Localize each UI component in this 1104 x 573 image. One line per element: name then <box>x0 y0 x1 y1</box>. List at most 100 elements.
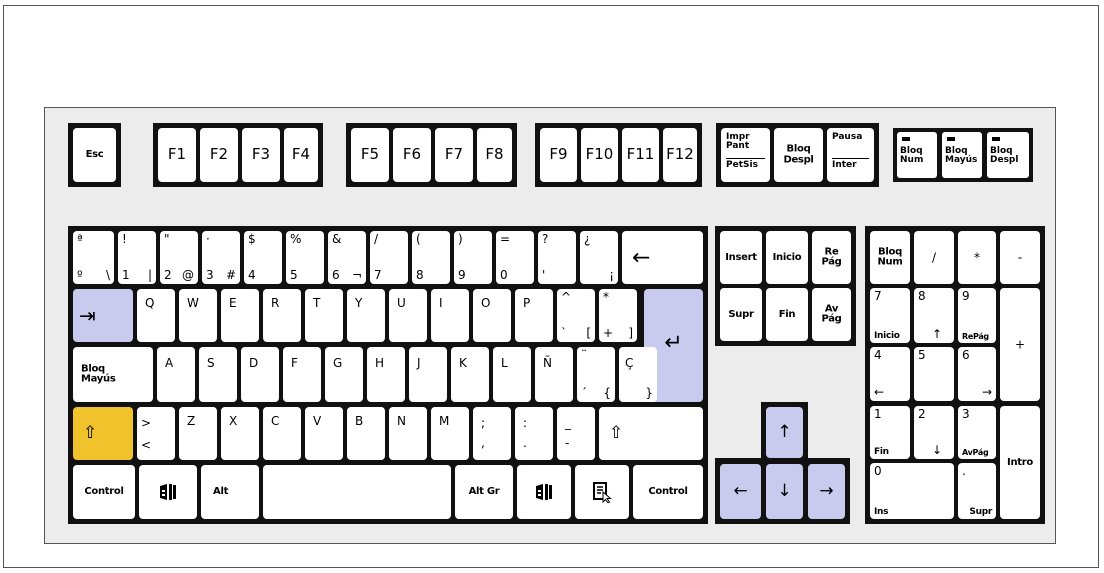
key-pausa[interactable]: Pausa Inter <box>827 128 874 182</box>
key-y[interactable]: Y <box>347 289 385 342</box>
key-shift-left[interactable]: ⇧ <box>73 407 133 460</box>
key-numpad-minus[interactable]: - <box>1000 231 1040 284</box>
key-t[interactable]: T <box>305 289 343 342</box>
key-apostrophe[interactable]: ? ' <box>538 231 576 284</box>
key-f4[interactable]: F4 <box>284 128 318 182</box>
key-numpad-6[interactable]: 6 → <box>958 347 996 401</box>
key-arrow-right[interactable]: → <box>808 464 845 519</box>
key-g[interactable]: G <box>325 347 363 402</box>
key-numpad-5[interactable]: 5 <box>914 347 954 401</box>
key-cedilla[interactable]: Ç } <box>619 347 657 402</box>
key-altgr[interactable]: Alt Gr <box>455 465 513 519</box>
key-o[interactable]: O <box>473 289 511 342</box>
key-b[interactable]: B <box>347 407 385 460</box>
key-numpad-divide[interactable]: / <box>914 231 954 284</box>
key-f11[interactable]: F11 <box>622 128 659 182</box>
key-d[interactable]: D <box>241 347 279 402</box>
key-enye[interactable]: Ñ <box>535 347 573 402</box>
key-f7[interactable]: F7 <box>435 128 473 182</box>
key-j[interactable]: J <box>409 347 447 402</box>
key-ordinal[interactable]: ª º \ <box>73 231 114 284</box>
key-w[interactable]: W <box>179 289 217 342</box>
key-tab[interactable]: ⇥ <box>73 289 133 342</box>
key-period[interactable]: : . <box>515 407 553 460</box>
key-acute[interactable]: ¨ ´ { <box>577 347 615 402</box>
key-av-pag[interactable]: Av Pág <box>812 288 851 341</box>
key-fin[interactable]: Fin <box>766 288 808 341</box>
key-s[interactable]: S <box>199 347 237 402</box>
key-impr-pant[interactable]: Impr Pant PetSis <box>721 128 770 182</box>
key-0[interactable]: = 0 <box>496 231 534 284</box>
key-re-pag[interactable]: Re Pág <box>812 231 851 284</box>
key-l[interactable]: L <box>493 347 531 402</box>
key-arrow-up[interactable]: ↑ <box>766 407 803 458</box>
key-bloq-num[interactable]: Bloq Num <box>870 231 910 284</box>
key-z[interactable]: Z <box>179 407 217 460</box>
key-comma[interactable]: ; , <box>473 407 511 460</box>
key-q[interactable]: Q <box>137 289 175 342</box>
key-6[interactable]: & 6 ¬ <box>328 231 366 284</box>
key-c[interactable]: C <box>263 407 301 460</box>
key-grave[interactable]: ^ ` [ <box>557 289 595 342</box>
key-backspace[interactable]: ← <box>622 231 703 284</box>
key-inicio[interactable]: Inicio <box>766 231 808 284</box>
key-numpad-9[interactable]: 9 RePág <box>958 288 996 343</box>
key-arrow-down[interactable]: ↓ <box>766 464 803 519</box>
key-7[interactable]: / 7 <box>370 231 408 284</box>
key-numpad-multiply[interactable]: * <box>958 231 996 284</box>
key-k[interactable]: K <box>451 347 489 402</box>
key-numpad-7[interactable]: 7 Inicio <box>870 288 910 343</box>
key-4[interactable]: $ 4 <box>244 231 282 284</box>
key-numpad-2[interactable]: 2 ↓ <box>914 406 954 459</box>
key-numpad-8[interactable]: 8 ↑ <box>914 288 954 343</box>
key-control-left[interactable]: Control <box>73 465 135 519</box>
key-shift-right[interactable]: ⇧ <box>599 407 703 460</box>
key-p[interactable]: P <box>515 289 553 342</box>
key-insert[interactable]: Insert <box>720 231 762 284</box>
key-v[interactable]: V <box>305 407 343 460</box>
key-h[interactable]: H <box>367 347 405 402</box>
key-numpad-4[interactable]: 4 ← <box>870 347 910 401</box>
key-8[interactable]: ( 8 <box>412 231 450 284</box>
key-esc[interactable]: Esc <box>73 128 116 182</box>
key-f10[interactable]: F10 <box>581 128 618 182</box>
key-f2[interactable]: F2 <box>200 128 238 182</box>
key-f8[interactable]: F8 <box>477 128 512 182</box>
key-1[interactable]: ! 1 | <box>118 231 156 284</box>
key-bloq-despl[interactable]: Bloq Despl <box>774 128 823 182</box>
key-x[interactable]: X <box>221 407 259 460</box>
key-alt[interactable]: Alt <box>201 465 259 519</box>
key-f12[interactable]: F12 <box>663 128 697 182</box>
key-n[interactable]: N <box>389 407 427 460</box>
key-control-right[interactable]: Control <box>633 465 703 519</box>
key-numpad-plus[interactable]: + <box>1000 288 1040 401</box>
key-u[interactable]: U <box>389 289 427 342</box>
key-2[interactable]: " 2 @ <box>160 231 198 284</box>
key-f3[interactable]: F3 <box>242 128 280 182</box>
key-f[interactable]: F <box>283 347 321 402</box>
key-3[interactable]: · 3 # <box>202 231 240 284</box>
key-numpad-1[interactable]: 1 Fin <box>870 406 910 459</box>
key-r[interactable]: R <box>263 289 301 342</box>
key-arrow-left[interactable]: ← <box>720 464 761 519</box>
key-supr[interactable]: Supr <box>720 288 762 341</box>
key-f5[interactable]: F5 <box>351 128 389 182</box>
key-numpad-intro[interactable]: Intro <box>1000 406 1040 519</box>
key-f9[interactable]: F9 <box>540 128 577 182</box>
key-minus[interactable]: _ - <box>557 407 595 460</box>
key-9[interactable]: ) 9 <box>454 231 492 284</box>
key-a[interactable]: A <box>157 347 195 402</box>
key-numpad-0[interactable]: 0 Ins <box>870 463 954 519</box>
key-inverted-exclamation[interactable]: ¿ ¡ <box>580 231 618 284</box>
key-e[interactable]: E <box>221 289 259 342</box>
key-f1[interactable]: F1 <box>158 128 196 182</box>
key-windows-right[interactable] <box>517 465 571 519</box>
key-f6[interactable]: F6 <box>393 128 431 182</box>
key-plus[interactable]: * + ] <box>599 289 637 342</box>
key-numpad-3[interactable]: 3 AvPág <box>958 406 996 459</box>
key-space[interactable] <box>263 465 451 519</box>
key-5[interactable]: % 5 <box>286 231 324 284</box>
key-caps-lock[interactable]: Bloq Mayús <box>73 347 153 402</box>
key-angle[interactable]: > < <box>137 407 175 460</box>
key-m[interactable]: M <box>431 407 469 460</box>
